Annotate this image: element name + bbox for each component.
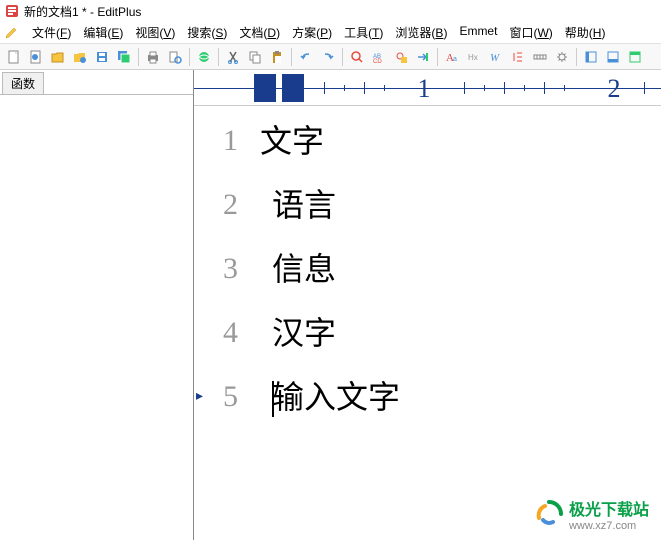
watermark-url: www.xz7.com xyxy=(569,520,649,532)
side-tab-functions[interactable]: 函数 xyxy=(2,72,44,95)
save-all-button[interactable] xyxy=(114,47,134,67)
find-button[interactable] xyxy=(347,47,367,67)
separator xyxy=(138,48,139,66)
watermark: 极光下载站 www.xz7.com xyxy=(535,496,649,532)
svg-text:Hx: Hx xyxy=(468,53,478,62)
menu-e[interactable]: 编辑(E) xyxy=(77,22,129,43)
open-remote-button[interactable] xyxy=(70,47,90,67)
text-cursor xyxy=(272,381,274,417)
watermark-logo-icon xyxy=(535,500,563,528)
line-number-button[interactable] xyxy=(508,47,528,67)
font-button[interactable]: Aa xyxy=(442,47,462,67)
editor: 1 2 1234▸5 文字语言信息汉字输入文字 xyxy=(194,70,661,540)
menu-w[interactable]: 窗口(W) xyxy=(503,22,558,43)
find-in-files-button[interactable] xyxy=(391,47,411,67)
svg-text:W: W xyxy=(490,52,500,64)
hex-button[interactable]: Hx xyxy=(464,47,484,67)
separator xyxy=(342,48,343,66)
main-area: 函数 1 2 1234▸5 文字语言信息汉字输入文字 xyxy=(0,70,661,540)
separator xyxy=(218,48,219,66)
text-line[interactable]: 汉字 xyxy=(248,312,661,376)
app-icon xyxy=(4,3,20,19)
watermark-name: 极光下载站 xyxy=(569,496,649,520)
ruler-button[interactable] xyxy=(530,47,550,67)
side-panel-button[interactable] xyxy=(581,47,601,67)
text-line[interactable]: 信息 xyxy=(248,248,661,312)
print-button[interactable] xyxy=(143,47,163,67)
goto-button[interactable] xyxy=(413,47,433,67)
menu-d[interactable]: 文档(D) xyxy=(233,22,286,43)
output-panel-button[interactable] xyxy=(603,47,623,67)
wordwrap-button[interactable]: W xyxy=(486,47,506,67)
new-html-button[interactable] xyxy=(26,47,46,67)
window-title: 新的文档1 * - EditPlus xyxy=(24,3,141,20)
line-number: 1 xyxy=(194,120,238,184)
save-button[interactable] xyxy=(92,47,112,67)
text-content[interactable]: 文字语言信息汉字输入文字 xyxy=(248,106,661,540)
clip-panel-button[interactable] xyxy=(625,47,645,67)
line-number: 5 xyxy=(194,376,238,440)
side-panel: 函数 xyxy=(0,70,194,540)
menubar: 文件(F)编辑(E)视图(V)搜索(S)文档(D)方案(P)工具(T)浏览器(B… xyxy=(0,22,661,44)
pencil-icon xyxy=(4,26,18,40)
current-line-marker-icon: ▸ xyxy=(196,388,203,405)
paste-button[interactable] xyxy=(267,47,287,67)
copy-button[interactable] xyxy=(245,47,265,67)
redo-button[interactable] xyxy=(318,47,338,67)
menu-p[interactable]: 方案(P) xyxy=(286,22,338,43)
cut-button[interactable] xyxy=(223,47,243,67)
settings-button[interactable] xyxy=(552,47,572,67)
titlebar: 新的文档1 * - EditPlus xyxy=(0,0,661,22)
menu-v[interactable]: 视图(V) xyxy=(129,22,181,43)
separator xyxy=(291,48,292,66)
menu-s[interactable]: 搜索(S) xyxy=(181,22,233,43)
svg-text:a: a xyxy=(453,56,457,63)
separator xyxy=(576,48,577,66)
separator xyxy=(437,48,438,66)
ruler-number: 2 xyxy=(608,74,621,104)
toolbar: ABCD Aa Hx W xyxy=(0,44,661,70)
text-line[interactable]: 输入文字 xyxy=(248,376,661,440)
line-number: 2 xyxy=(194,184,238,248)
menu-emmet[interactable]: Emmet xyxy=(453,22,503,43)
ruler-indent-marker[interactable] xyxy=(282,74,304,102)
menu-t[interactable]: 工具(T) xyxy=(338,22,389,43)
open-button[interactable] xyxy=(48,47,68,67)
browser-button[interactable] xyxy=(194,47,214,67)
new-file-button[interactable] xyxy=(4,47,24,67)
svg-text:CD: CD xyxy=(373,59,382,64)
undo-button[interactable] xyxy=(296,47,316,67)
separator xyxy=(189,48,190,66)
text-line[interactable]: 文字 xyxy=(248,120,661,184)
menu-h[interactable]: 帮助(H) xyxy=(559,22,612,43)
ruler-indent-marker[interactable] xyxy=(254,74,276,102)
code-area[interactable]: 1234 ▸5 文字语言信息汉字输入文字 xyxy=(194,106,661,540)
replace-button[interactable]: ABCD xyxy=(369,47,389,67)
side-panel-body[interactable] xyxy=(0,94,193,540)
print-preview-button[interactable] xyxy=(165,47,185,67)
line-number-gutter: 1234 ▸5 xyxy=(194,106,248,540)
menu-f[interactable]: 文件(F) xyxy=(26,22,77,43)
line-number: 4 xyxy=(194,312,238,376)
ruler[interactable]: 1 2 xyxy=(194,70,661,106)
line-number: 3 xyxy=(194,248,238,312)
ruler-number: 1 xyxy=(418,74,431,104)
text-line[interactable]: 语言 xyxy=(248,184,661,248)
menu-b[interactable]: 浏览器(B) xyxy=(389,22,453,43)
